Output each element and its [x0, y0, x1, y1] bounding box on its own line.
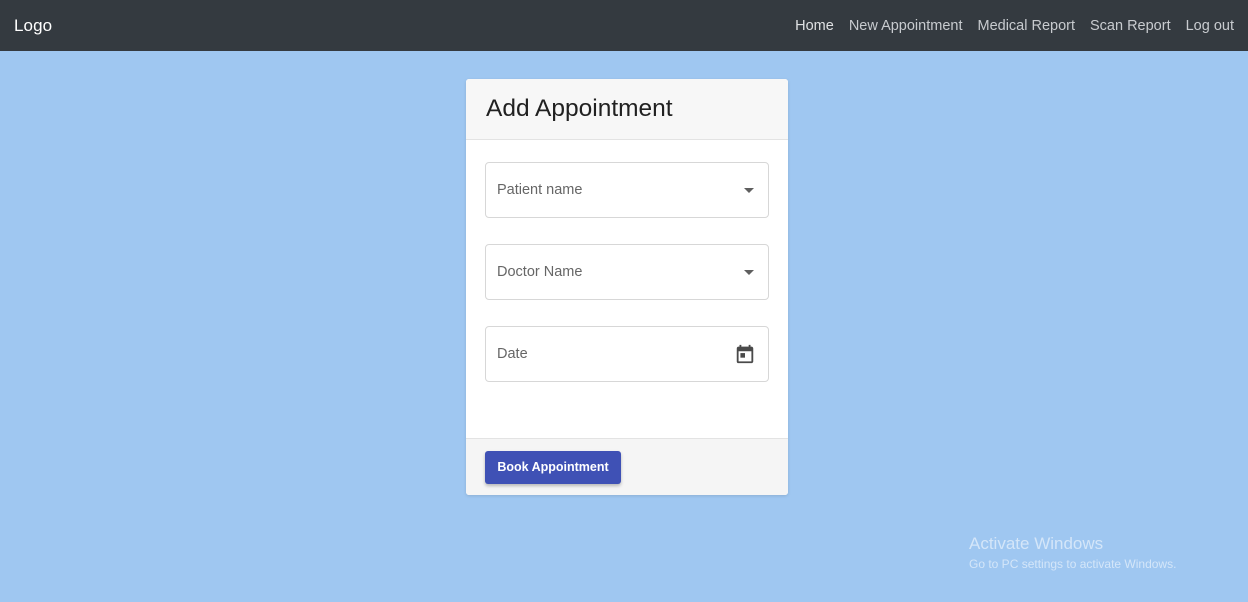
activate-windows-watermark: Activate Windows Go to PC settings to ac…	[969, 534, 1176, 572]
book-appointment-button[interactable]: Book Appointment	[485, 450, 621, 484]
nav-link-log-out[interactable]: Log out	[1186, 18, 1234, 34]
card-footer: Book Appointment	[466, 438, 788, 495]
card-header: Add Appointment	[466, 79, 788, 140]
patient-name-select[interactable]: Patient name	[485, 162, 769, 218]
nav-link-medical-report[interactable]: Medical Report	[977, 18, 1075, 34]
navbar: Logo Home New Appointment Medical Report…	[0, 0, 1248, 51]
page-title: Add Appointment	[486, 95, 673, 122]
doctor-name-select[interactable]: Doctor Name	[485, 244, 769, 300]
chevron-down-icon	[744, 269, 754, 275]
watermark-subtitle: Go to PC settings to activate Windows.	[969, 557, 1177, 571]
date-label: Date	[497, 346, 528, 362]
chevron-down-icon	[744, 187, 754, 193]
watermark-title: Activate Windows	[969, 534, 1104, 553]
nav-link-home[interactable]: Home	[795, 18, 834, 34]
date-input[interactable]: Date	[485, 326, 769, 382]
calendar-icon[interactable]	[734, 343, 756, 365]
doctor-name-label: Doctor Name	[497, 264, 583, 280]
nav-link-new-appointment[interactable]: New Appointment	[849, 18, 963, 34]
nav-link-scan-report[interactable]: Scan Report	[1090, 18, 1171, 34]
logo[interactable]: Logo	[14, 16, 52, 36]
patient-name-label: Patient name	[497, 182, 583, 198]
card-body: Patient name Doctor Name Date	[466, 140, 788, 438]
add-appointment-card: Add Appointment Patient name Doctor Name…	[466, 79, 788, 495]
nav-links: Home New Appointment Medical Report Scan…	[795, 18, 1234, 34]
